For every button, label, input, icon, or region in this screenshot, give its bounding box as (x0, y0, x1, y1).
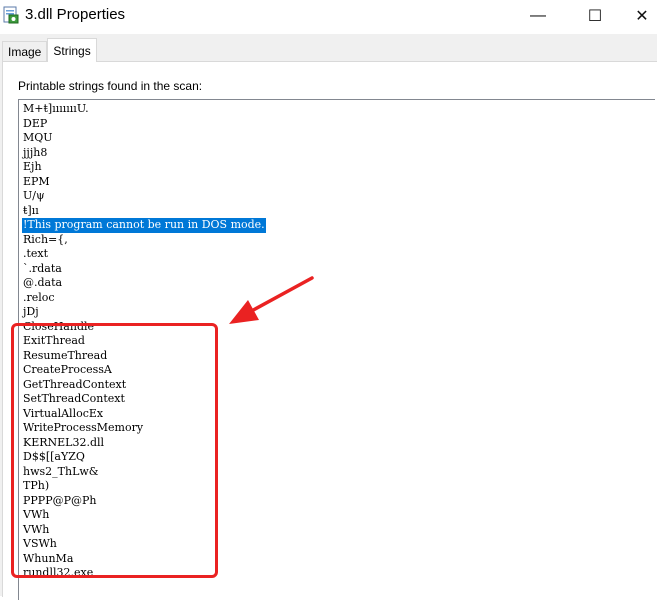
string-list-item[interactable]: MQU (22, 131, 54, 146)
string-list-item[interactable]: ResumeThread (22, 349, 108, 364)
string-list-item[interactable]: CreateProcessA (22, 363, 113, 378)
string-list-item[interactable]: !This program cannot be run in DOS mode. (22, 218, 266, 233)
string-list-item[interactable]: Rich={, (22, 233, 69, 248)
string-list-item[interactable]: jjjh8 (22, 146, 48, 161)
dialog-client-area: Image Strings Printable strings found in… (0, 34, 657, 600)
maximize-icon: ☐ (587, 8, 603, 25)
string-list-item[interactable]: ŧ]ıı (22, 204, 40, 219)
string-list-item[interactable]: EPM (22, 175, 51, 190)
string-list-item[interactable]: rundll32.exe (22, 566, 94, 581)
string-list-item[interactable]: .reloc (22, 291, 56, 306)
strings-caption: Printable strings found in the scan: (18, 79, 203, 93)
maximize-button[interactable]: ☐ (572, 0, 618, 32)
string-list-item[interactable]: @.data (22, 276, 63, 291)
close-button[interactable]: ✕ (627, 0, 657, 32)
tab-strings[interactable]: Strings (47, 38, 97, 62)
string-list-item[interactable]: DEP (22, 117, 48, 132)
string-list-item[interactable]: Ejh (22, 160, 43, 175)
minimize-icon: — (530, 7, 546, 24)
string-list-item[interactable]: GetThreadContext (22, 378, 127, 393)
string-list-item[interactable]: TPh) (22, 479, 50, 494)
string-list-item[interactable]: VirtualAllocEx (22, 407, 104, 422)
string-list-item[interactable]: CloseHandle (22, 320, 95, 335)
string-list-item[interactable]: VWh (22, 523, 50, 538)
title-bar[interactable]: 3.dll Properties — ☐ ✕ (0, 0, 657, 34)
string-list-item[interactable]: VSWh (22, 537, 58, 552)
strings-listbox[interactable]: M+ŧ]ıııııııU. DEP MQU jjjh8 Ejh EPM U/ψ ŧ]ıı !Th… (18, 99, 655, 600)
strings-tab-panel: Printable strings found in the scan: M+ŧ… (2, 61, 657, 600)
string-list-item[interactable]: `.rdata (22, 262, 63, 277)
string-list-item[interactable]: U/ψ (22, 189, 46, 204)
string-list-item[interactable]: PPPP@P@Ph (22, 494, 98, 509)
string-list-item[interactable]: ExitThread (22, 334, 86, 349)
string-list-item[interactable]: WriteProcessMemory (22, 421, 144, 436)
window-title: 3.dll Properties (25, 6, 126, 23)
string-list-item[interactable]: WhunMa (22, 552, 74, 567)
close-icon: ✕ (635, 8, 649, 25)
string-list-item[interactable]: M+ŧ]ıııııııU. (22, 102, 90, 117)
string-list-item[interactable]: VWh (22, 508, 50, 523)
minimize-button[interactable]: — (515, 0, 561, 32)
string-list-item[interactable]: KERNEL32.dll (22, 436, 105, 451)
string-list-item[interactable]: .text (22, 247, 49, 262)
string-list-item[interactable]: SetThreadContext (22, 392, 126, 407)
string-list-item[interactable]: hws2_ThLw& (22, 465, 100, 480)
string-list-item[interactable]: D$$[[aYZQ (22, 450, 86, 465)
string-list-item[interactable]: jDj (22, 305, 40, 320)
tab-strip: Image Strings (2, 38, 97, 62)
properties-app-icon (3, 6, 19, 24)
tab-image[interactable]: Image (2, 41, 48, 62)
